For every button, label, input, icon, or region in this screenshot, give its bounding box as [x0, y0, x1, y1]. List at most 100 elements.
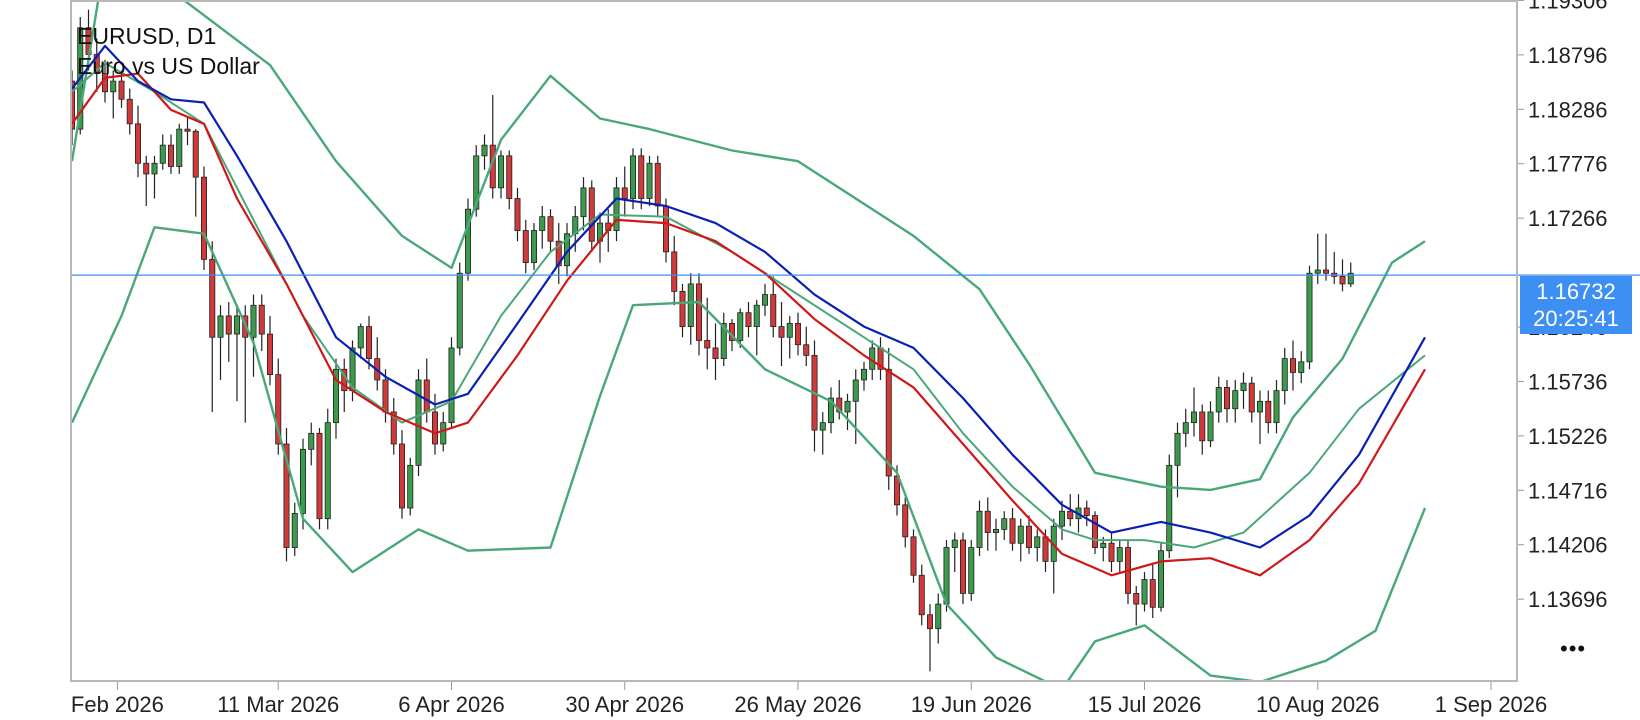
candle-body: [1001, 518, 1008, 530]
candle-body: [976, 510, 983, 548]
candle-body: [134, 123, 141, 164]
time-tick-label: 30 Apr 2026: [565, 692, 684, 717]
candle-body: [687, 283, 694, 327]
candle-body: [1100, 542, 1107, 548]
candle-body: [365, 326, 372, 360]
candle-body: [456, 272, 463, 349]
candle-body: [1265, 400, 1272, 424]
candle-body: [1166, 464, 1173, 552]
candle-body: [1248, 382, 1255, 413]
candle-body: [1042, 536, 1049, 562]
candle-body: [1059, 510, 1066, 527]
candle-body: [200, 176, 207, 260]
candle-body: [885, 368, 892, 477]
candle-body: [539, 216, 546, 231]
candle-body: [1199, 411, 1206, 442]
more-options-icon[interactable]: •••: [1560, 636, 1586, 662]
candle-body: [1034, 536, 1041, 548]
candle-body: [1083, 507, 1090, 516]
candle-body: [951, 539, 958, 548]
candle-body: [927, 614, 934, 630]
time-tick-label: 26 May 2026: [734, 692, 861, 717]
candle-body: [580, 187, 587, 218]
candle-body: [918, 574, 925, 616]
time-tick-label: 10 Aug 2026: [1256, 692, 1380, 717]
candle-body: [1191, 411, 1198, 424]
candle-body: [621, 187, 628, 199]
candle-body: [159, 144, 166, 164]
candle-body: [291, 512, 298, 548]
chart-title: EURUSD, D1: [77, 23, 217, 49]
time-tick-label: 6 Apr 2026: [398, 692, 504, 717]
candle-body: [258, 304, 265, 335]
candle-body: [1133, 593, 1140, 605]
candle-body: [547, 216, 554, 242]
candle-body: [960, 539, 967, 594]
candle-body: [1067, 510, 1074, 520]
candle-body: [1174, 432, 1181, 466]
plot-area[interactable]: [69, 0, 1640, 689]
candle-body: [514, 198, 521, 231]
candle-body: [819, 422, 826, 431]
candle-body: [382, 379, 389, 413]
candle-body: [324, 422, 331, 520]
candle-body: [638, 155, 645, 199]
time-tick-label: 1 Sep 2026: [1435, 692, 1548, 717]
candle-body: [1339, 276, 1346, 285]
price-tick-label: 1.17776: [1528, 152, 1608, 177]
candle-body: [1108, 542, 1115, 562]
candle-body: [786, 322, 793, 338]
moving-average-fast-line: [71, 44, 1426, 549]
candle-body: [448, 347, 455, 424]
price-chart[interactable]: 1.193061.187961.182861.177761.172661.162…: [0, 0, 1640, 720]
candle-body: [1017, 525, 1024, 544]
candle-body: [1257, 400, 1264, 413]
candle-body: [1116, 547, 1123, 562]
candle-body: [1158, 550, 1165, 608]
candle-body: [250, 304, 257, 338]
candle-body: [1026, 525, 1033, 548]
candle-body: [778, 326, 785, 338]
candle-body: [861, 368, 868, 381]
price-tick-label: 1.15736: [1528, 369, 1608, 394]
candle-body: [531, 230, 538, 263]
price-tick-label: 1.17266: [1528, 206, 1608, 231]
candle-body: [968, 547, 975, 594]
candle-body: [679, 290, 686, 327]
candle-body: [745, 312, 752, 327]
candle-body: [266, 333, 273, 376]
candle-body: [1224, 387, 1231, 410]
candle-body: [1314, 269, 1321, 274]
candle-body: [126, 98, 133, 125]
candle-countdown: 20:25:41: [1533, 306, 1619, 331]
candle-body: [506, 155, 513, 199]
candle-body: [1182, 422, 1189, 434]
time-axis: Feb 2026 11 Mar 2026 6 Apr 2026 30 Apr 2026…: [71, 682, 1547, 717]
candle-body: [143, 162, 150, 175]
candle-body: [522, 230, 529, 263]
candle-body: [663, 205, 670, 253]
candle-body: [762, 294, 769, 306]
candle-body: [984, 510, 991, 533]
candle-body: [630, 155, 637, 199]
price-tick-label: 1.18796: [1528, 43, 1608, 68]
candle-body: [1240, 382, 1247, 392]
candle-body: [151, 162, 158, 175]
time-tick-label: 19 Jun 2026: [911, 692, 1032, 717]
candle-body: [770, 294, 777, 327]
candle-body: [844, 400, 851, 413]
candle-body: [118, 80, 125, 100]
price-tick-label: 1.14206: [1528, 533, 1608, 558]
candle-body: [1298, 361, 1305, 373]
candle-body: [209, 258, 216, 338]
candle-body: [316, 432, 323, 520]
bollinger-lower-line: [70, 226, 1427, 682]
candle-body: [184, 128, 191, 132]
candle-body: [737, 312, 744, 341]
candle-body: [704, 340, 711, 349]
time-tick-label: 15 Jul 2026: [1088, 692, 1202, 717]
candle-body: [423, 379, 430, 413]
time-tick-label: Feb 2026: [71, 692, 164, 717]
price-tick-label: 1.14716: [1528, 478, 1608, 503]
candle-body: [357, 326, 364, 349]
